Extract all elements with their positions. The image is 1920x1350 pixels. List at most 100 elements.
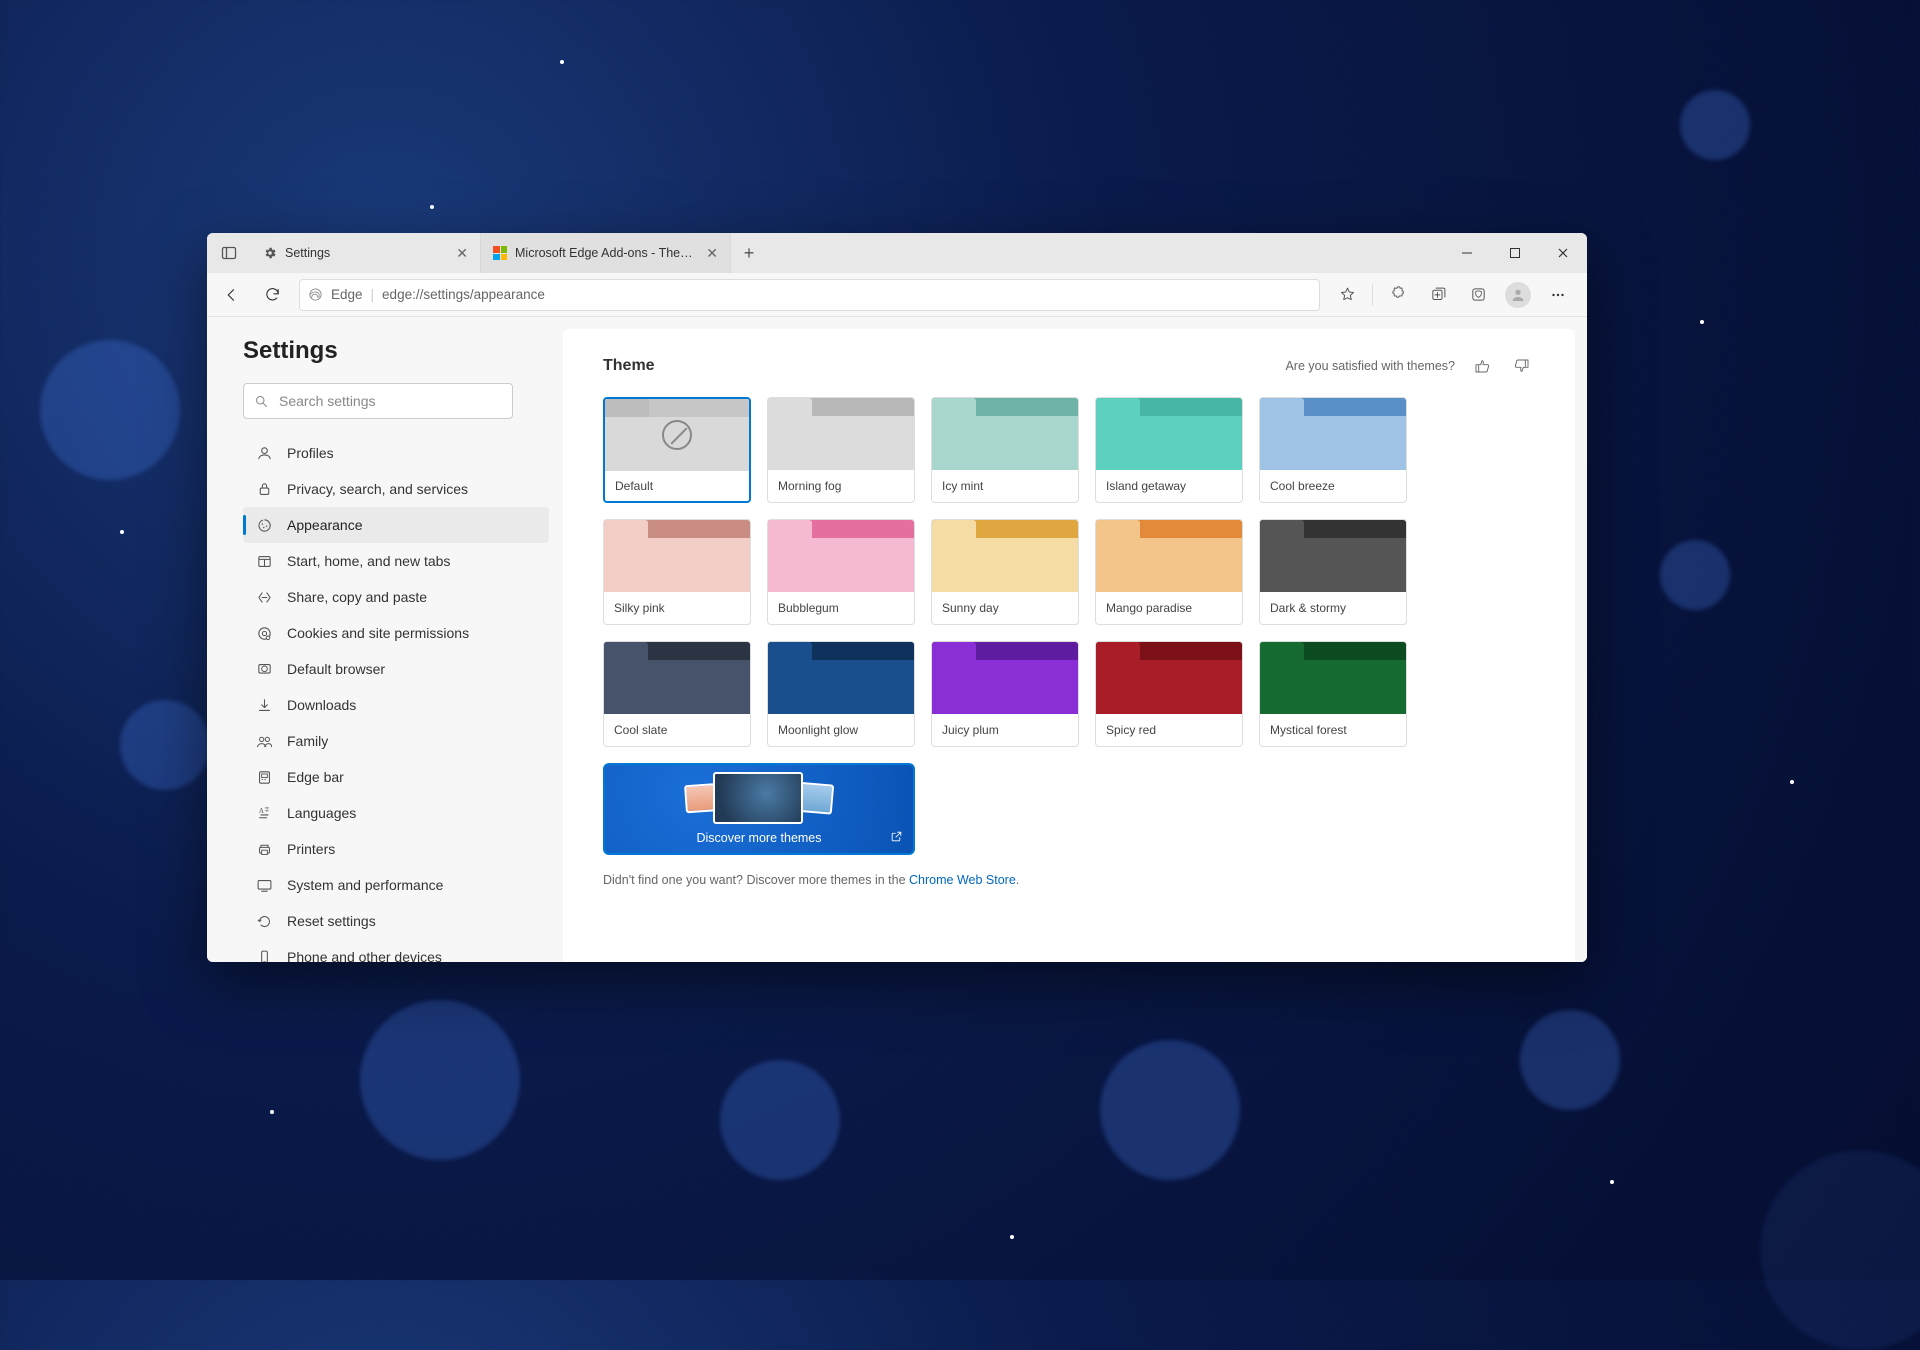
sidebar-item-languages[interactable]: A字Languages — [243, 795, 549, 831]
page-title: Settings — [243, 337, 549, 365]
sidebar-item-phone-and-other-devices[interactable]: Phone and other devices — [243, 939, 549, 962]
window-maximize-button[interactable] — [1491, 233, 1539, 273]
tab-close-button[interactable]: ✕ — [704, 243, 720, 264]
puzzle-icon — [1390, 286, 1407, 303]
more-button[interactable] — [1539, 278, 1577, 312]
theme-label: Sunny day — [932, 592, 1078, 624]
sidebar-item-privacy-search-and-services[interactable]: Privacy, search, and services — [243, 471, 549, 507]
sidebar-item-icon — [255, 445, 273, 462]
sidebar-item-label: Downloads — [287, 697, 356, 713]
theme-label: Moonlight glow — [768, 714, 914, 746]
window-minimize-button[interactable] — [1443, 233, 1491, 273]
sidebar-item-system-and-performance[interactable]: System and performance — [243, 867, 549, 903]
theme-label: Mango paradise — [1096, 592, 1242, 624]
theme-card-cool-breeze[interactable]: Cool breeze — [1259, 397, 1407, 503]
theme-card-morning-fog[interactable]: Morning fog — [767, 397, 915, 503]
feedback-like-button[interactable] — [1469, 353, 1495, 379]
browser-essentials-button[interactable] — [1459, 278, 1497, 312]
more-icon — [1549, 286, 1567, 304]
feedback-prompt: Are you satisfied with themes? — [1285, 359, 1455, 373]
thumbs-down-icon — [1514, 358, 1530, 374]
address-bar[interactable]: Edge | edge://settings/appearance — [299, 279, 1320, 311]
sidebar-item-icon — [255, 733, 273, 750]
tab-actions-button[interactable] — [207, 233, 251, 273]
sidebar-item-edge-bar[interactable]: Edge bar — [243, 759, 549, 795]
sidebar[interactable]: Settings Search settings Profiles Privacy… — [207, 317, 563, 962]
tab-label: Microsoft Edge Add-ons - Theme — [515, 246, 696, 260]
sidebar-item-downloads[interactable]: Downloads — [243, 687, 549, 723]
feedback-dislike-button[interactable] — [1509, 353, 1535, 379]
back-button[interactable] — [213, 278, 251, 312]
search-icon — [254, 394, 269, 409]
theme-label: Cool slate — [604, 714, 750, 746]
sidebar-item-icon — [255, 625, 273, 642]
theme-label: Bubblegum — [768, 592, 914, 624]
sidebar-item-family[interactable]: Family — [243, 723, 549, 759]
collections-button[interactable] — [1419, 278, 1457, 312]
theme-card-default[interactable]: Default — [603, 397, 751, 503]
search-placeholder: Search settings — [279, 393, 376, 409]
theme-card-juicy-plum[interactable]: Juicy plum — [931, 641, 1079, 747]
sidebar-item-icon — [255, 589, 273, 606]
star-icon — [1339, 286, 1356, 303]
sidebar-item-icon — [255, 949, 273, 963]
sidebar-item-start-home-and-new-tabs[interactable]: Start, home, and new tabs — [243, 543, 549, 579]
sidebar-item-default-browser[interactable]: Default browser — [243, 651, 549, 687]
sidebar-item-label: Family — [287, 733, 328, 749]
sidebar-item-printers[interactable]: Printers — [243, 831, 549, 867]
theme-card-spicy-red[interactable]: Spicy red — [1095, 641, 1243, 747]
titlebar: Settings ✕ Microsoft Edge Add-ons - Them… — [207, 233, 1587, 273]
theme-card-bubblegum[interactable]: Bubblegum — [767, 519, 915, 625]
tab-settings[interactable]: Settings ✕ — [251, 233, 481, 273]
sidebar-item-label: Phone and other devices — [287, 949, 442, 962]
theme-card-mystical-forest[interactable]: Mystical forest — [1259, 641, 1407, 747]
theme-label: Icy mint — [932, 470, 1078, 502]
sidebar-item-reset-settings[interactable]: Reset settings — [243, 903, 549, 939]
theme-card-silky-pink[interactable]: Silky pink — [603, 519, 751, 625]
new-tab-button[interactable]: + — [731, 233, 767, 273]
refresh-icon — [264, 286, 281, 303]
sidebar-item-label: Languages — [287, 805, 356, 821]
sidebar-item-label: Profiles — [287, 445, 334, 461]
shield-icon — [1470, 286, 1487, 303]
theme-label: Spicy red — [1096, 714, 1242, 746]
theme-card-icy-mint[interactable]: Icy mint — [931, 397, 1079, 503]
sidebar-item-icon — [255, 697, 273, 714]
theme-card-cool-slate[interactable]: Cool slate — [603, 641, 751, 747]
footer-note: Didn't find one you want? Discover more … — [603, 873, 1535, 887]
window-close-button[interactable] — [1539, 233, 1587, 273]
sidebar-item-label: System and performance — [287, 877, 443, 893]
refresh-button[interactable] — [253, 278, 291, 312]
sidebar-item-share-copy-and-paste[interactable]: Share, copy and paste — [243, 579, 549, 615]
sidebar-item-icon — [255, 553, 273, 570]
theme-card-moonlight-glow[interactable]: Moonlight glow — [767, 641, 915, 747]
microsoft-icon — [493, 246, 507, 260]
discover-more-themes-card[interactable]: Discover more themes — [603, 763, 915, 855]
search-input[interactable]: Search settings — [243, 383, 513, 419]
extensions-button[interactable] — [1379, 278, 1417, 312]
tab-close-button[interactable]: ✕ — [454, 243, 470, 264]
sidebar-item-profiles[interactable]: Profiles — [243, 435, 549, 471]
sidebar-item-appearance[interactable]: Appearance — [243, 507, 549, 543]
theme-card-island-getaway[interactable]: Island getaway — [1095, 397, 1243, 503]
tab-addons[interactable]: Microsoft Edge Add-ons - Theme ✕ — [481, 233, 731, 273]
main-panel[interactable]: Theme Are you satisfied with themes? Def… — [563, 329, 1575, 962]
profile-button[interactable] — [1499, 278, 1537, 312]
sidebar-item-icon — [255, 517, 273, 534]
theme-card-dark-stormy[interactable]: Dark & stormy — [1259, 519, 1407, 625]
sidebar-item-cookies-and-site-permissions[interactable]: Cookies and site permissions — [243, 615, 549, 651]
tab-actions-icon — [221, 245, 237, 261]
theme-card-mango-paradise[interactable]: Mango paradise — [1095, 519, 1243, 625]
theme-card-sunny-day[interactable]: Sunny day — [931, 519, 1079, 625]
thumbs-up-icon — [1474, 358, 1490, 374]
sidebar-item-icon — [255, 841, 273, 858]
sidebar-item-label: Edge bar — [287, 769, 344, 785]
theme-label: Morning fog — [768, 470, 914, 502]
sidebar-item-label: Share, copy and paste — [287, 589, 427, 605]
address-scheme: Edge — [331, 287, 363, 302]
content: Settings Search settings Profiles Privacy… — [207, 317, 1587, 962]
collections-icon — [1430, 286, 1447, 303]
chrome-web-store-link[interactable]: Chrome Web Store — [909, 873, 1016, 887]
favorites-button[interactable] — [1328, 278, 1366, 312]
tab-label: Settings — [285, 246, 446, 260]
